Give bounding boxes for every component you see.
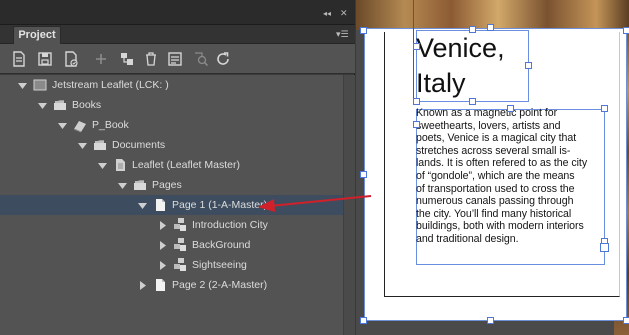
- new-document-icon[interactable]: [10, 50, 28, 68]
- chevron-right-icon[interactable]: [158, 221, 167, 230]
- project-icon: [32, 77, 48, 93]
- title-line: Venice,: [416, 33, 505, 63]
- page-icon: [152, 277, 168, 293]
- chevron-down-icon[interactable]: [118, 181, 127, 190]
- tree-row[interactable]: Pages: [0, 175, 355, 195]
- tree-row-label: Sightseeing: [192, 259, 247, 271]
- new-structure-icon[interactable]: [118, 50, 136, 68]
- properties-icon[interactable]: [166, 50, 184, 68]
- project-panel: ◂◂ ✕ Project ▾☰ Jetstream Leaflet (LCK: …: [0, 0, 355, 335]
- tree-row-label: Page 2 (2-A-Master): [172, 279, 268, 291]
- delete-icon[interactable]: [142, 50, 160, 68]
- title-frame-handle[interactable]: [525, 62, 532, 69]
- tree-row[interactable]: Introduction City: [0, 215, 355, 235]
- body-line: sweethearts, lovers, artists and: [416, 119, 561, 132]
- body-line: of “gondole”, which are the means: [416, 169, 575, 182]
- tree-row-label: Jetstream Leaflet (LCK: ): [52, 79, 169, 91]
- body-frame-handle[interactable]: [507, 105, 514, 112]
- tree-row-label: Books: [72, 99, 102, 111]
- document-icon: [112, 157, 128, 173]
- tree-row-label: Pages: [152, 179, 182, 191]
- tree-row[interactable]: Jetstream Leaflet (LCK: ): [0, 75, 355, 95]
- page-frame-handle[interactable]: [623, 317, 629, 324]
- chevron-down-icon[interactable]: [18, 81, 27, 90]
- document-title: Venice, Italy: [416, 31, 536, 101]
- tree-row[interactable]: Page 1 (1-A-Master): [0, 195, 355, 215]
- title-frame-handle[interactable]: [469, 98, 476, 105]
- close-panel-button[interactable]: ✕: [340, 9, 350, 19]
- add-icon[interactable]: [92, 50, 110, 68]
- body-line: stretches across several small is-: [416, 144, 571, 157]
- title-frame-handle[interactable]: [413, 98, 420, 105]
- body-line: poets, Venice is a magical city that: [416, 132, 577, 145]
- component-icon: [172, 217, 188, 233]
- body-line: lands. It is often refered to as the cit…: [416, 157, 588, 170]
- page-frame-handle[interactable]: [623, 27, 629, 34]
- refresh-icon[interactable]: [214, 50, 232, 68]
- body-line: of transportation used to cross the: [416, 182, 575, 195]
- component-icon: [172, 257, 188, 273]
- folder-icon: [52, 97, 68, 113]
- chevron-down-icon[interactable]: [38, 101, 47, 110]
- tree-row[interactable]: Leaflet (Leaflet Master): [0, 155, 355, 175]
- body-line: numerous canals passing through: [416, 195, 574, 208]
- tree-row[interactable]: P_Book: [0, 115, 355, 135]
- chevron-down-icon[interactable]: [98, 161, 107, 170]
- chevron-right-icon[interactable]: [158, 261, 167, 270]
- tree-row[interactable]: Books: [0, 95, 355, 115]
- tree-row[interactable]: Sightseeing: [0, 255, 355, 275]
- chevron-right-icon[interactable]: [158, 241, 167, 250]
- chevron-down-icon[interactable]: [58, 121, 67, 130]
- component-icon: [172, 237, 188, 253]
- chevron-right-icon[interactable]: [138, 281, 147, 290]
- tree-row[interactable]: BackGround: [0, 235, 355, 255]
- tree-row-label: P_Book: [92, 119, 129, 131]
- folder-icon: [92, 137, 108, 153]
- page-frame-handle[interactable]: [360, 27, 367, 34]
- tree-row-label: BackGround: [192, 239, 251, 251]
- tree-row-label: Documents: [112, 139, 166, 151]
- collapse-panel-button[interactable]: ◂◂: [323, 10, 335, 18]
- project-toolbar: [0, 44, 355, 74]
- page-frame-handle[interactable]: [487, 24, 494, 31]
- body-frame-out-port[interactable]: [600, 243, 609, 252]
- page-frame-handle[interactable]: [487, 317, 494, 324]
- checkout-icon[interactable]: [62, 50, 80, 68]
- panel-title-bar: [0, 0, 355, 25]
- book-icon: [72, 117, 88, 133]
- chevron-down-icon[interactable]: [78, 141, 87, 150]
- page-frame-handle[interactable]: [360, 171, 367, 178]
- bleed-guide: [413, 0, 414, 104]
- save-icon[interactable]: [36, 50, 54, 68]
- folder-icon: [132, 177, 148, 193]
- page-icon: [152, 197, 168, 213]
- tab-project[interactable]: Project: [13, 26, 61, 44]
- project-tree: Jetstream Leaflet (LCK: ) Books P_Book Docu…: [0, 75, 355, 335]
- tree-row[interactable]: Documents: [0, 135, 355, 155]
- title-frame-handle[interactable]: [469, 26, 476, 33]
- body-line: the city. You’ll find many historical: [416, 207, 572, 220]
- body-line: buildings, both with modern interiors: [416, 220, 584, 233]
- body-frame-handle[interactable]: [601, 105, 608, 112]
- document-body: Known as a magnetic point for sweethearts…: [416, 107, 609, 246]
- find-icon[interactable]: [192, 50, 210, 68]
- tree-scrollbar[interactable]: [343, 75, 355, 335]
- chevron-down-icon[interactable]: [138, 201, 147, 210]
- tree-row-label: Leaflet (Leaflet Master): [132, 159, 240, 171]
- tree-row[interactable]: Page 2 (2-A-Master): [0, 275, 355, 295]
- title-line: Italy: [416, 68, 466, 98]
- page-frame-handle[interactable]: [360, 317, 367, 324]
- tree-row-label: Page 1 (1-A-Master): [172, 199, 268, 211]
- tree-row-label: Introduction City: [192, 219, 268, 231]
- body-line: and traditional design.: [416, 232, 519, 245]
- title-frame-handle[interactable]: [413, 43, 420, 50]
- panel-menu-button[interactable]: ▾☰: [336, 30, 351, 40]
- body-frame-handle[interactable]: [413, 121, 420, 128]
